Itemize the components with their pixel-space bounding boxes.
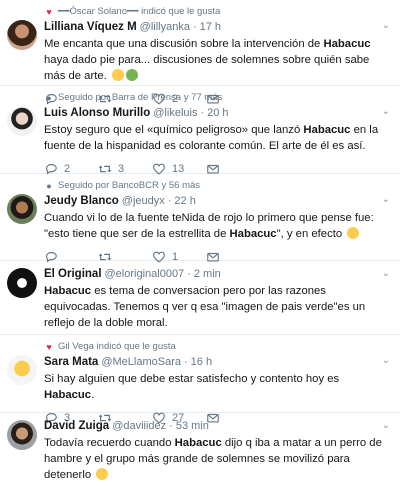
tweet-text: Si hay alguien que debe estar satisfecho… bbox=[44, 371, 390, 403]
user-handle[interactable]: @MeLlamoSara bbox=[101, 355, 181, 370]
tweet-text: Cuando vi lo de la fuente teNida de rojo… bbox=[44, 210, 390, 242]
hashtag-highlight[interactable]: Habacuc bbox=[323, 38, 370, 50]
tweet-text: Estoy seguro que el «químico peligroso» … bbox=[44, 122, 390, 154]
tweet-text-part: Si hay alguien que debe estar satisfecho… bbox=[44, 373, 340, 385]
timestamp[interactable]: 2 min bbox=[194, 267, 221, 282]
separator-dot: · bbox=[192, 21, 197, 33]
user-name[interactable]: Luis Alonso Murillo bbox=[44, 106, 150, 121]
context-text[interactable]: ━━Óscar Solano━━ indicó que le gusta bbox=[58, 6, 220, 18]
chevron-down-icon[interactable]: ⌄ bbox=[382, 20, 390, 31]
heart-icon: ♥ bbox=[46, 7, 52, 17]
tweet-text-part: haya dado pie para... discusiones de sol… bbox=[44, 54, 370, 82]
chevron-down-icon[interactable]: ⌄ bbox=[382, 420, 390, 431]
hashtag-highlight[interactable]: Habacuc bbox=[230, 228, 277, 240]
tweet-context: ● Seguido por BancoBCR y 56 más bbox=[44, 180, 390, 192]
user-handle[interactable]: @likeluis bbox=[153, 106, 197, 121]
user-handle[interactable]: @jeudyx bbox=[122, 194, 165, 209]
separator-dot: · bbox=[184, 356, 188, 368]
tweet-text: Me encanta que una discusión sobre la in… bbox=[44, 36, 390, 84]
context-text[interactable]: Seguido por BancoBCR y 56 más bbox=[58, 180, 200, 192]
laughing-tears-emoji bbox=[96, 468, 109, 480]
avatar[interactable] bbox=[7, 268, 37, 298]
user-handle[interactable]: @daviiidez bbox=[112, 419, 166, 434]
tweet[interactable]: ♥ ━━Óscar Solano━━ indicó que le gusta ⌄… bbox=[0, 0, 400, 105]
tweet-text-part: . bbox=[91, 389, 95, 401]
separator-dot: · bbox=[169, 420, 173, 432]
tweet-context: ● Seguido por Barra de Prensa y 77 más bbox=[44, 92, 390, 104]
context-text[interactable]: Gil Vega indicó que le gusta bbox=[58, 341, 176, 353]
hashtag-highlight[interactable]: Habacuc bbox=[44, 285, 91, 297]
user-name[interactable]: El Original bbox=[44, 267, 102, 282]
timestamp[interactable]: 17 h bbox=[200, 20, 221, 35]
tweet-text: Habacuc es tema de conversacion pero por… bbox=[44, 283, 390, 331]
heart-icon: ♥ bbox=[46, 342, 52, 352]
tweet-text: Todavía recuerdo cuando Habacuc dijo q i… bbox=[44, 435, 390, 483]
tweet-text-part: Todavía recuerdo cuando bbox=[44, 437, 175, 449]
nauseated-emoji bbox=[125, 69, 138, 81]
avatar[interactable] bbox=[7, 355, 37, 385]
chevron-down-icon[interactable]: ⌄ bbox=[382, 268, 390, 279]
hashtag-highlight[interactable]: Habacuc bbox=[303, 124, 350, 136]
user-name[interactable]: Lilliana Víquez M bbox=[44, 20, 137, 35]
person-icon: ● bbox=[46, 93, 52, 103]
user-name[interactable]: David Zuiga bbox=[44, 419, 109, 434]
user-name[interactable]: Sara Mata bbox=[44, 355, 98, 370]
separator-dot: · bbox=[187, 268, 191, 280]
tweet-text-part: Me encanta que una discusión sobre la in… bbox=[44, 38, 324, 50]
tweet-context: ♥ ━━Óscar Solano━━ indicó que le gusta bbox=[44, 6, 390, 18]
hashtag-highlight[interactable]: Habacuc bbox=[44, 389, 91, 401]
hashtag-highlight[interactable]: Habacuc bbox=[175, 437, 222, 449]
avatar[interactable] bbox=[7, 106, 37, 136]
chevron-down-icon[interactable]: ⌄ bbox=[382, 106, 390, 117]
relieved-emoji bbox=[347, 227, 360, 239]
timestamp[interactable]: 20 h bbox=[207, 106, 228, 121]
avatar[interactable] bbox=[7, 194, 37, 224]
timeline-feed: ♥ ━━Óscar Solano━━ indicó que le gusta ⌄… bbox=[0, 0, 400, 490]
tweet[interactable]: ● Seguido por Barra de Prensa y 77 más ⌄… bbox=[0, 86, 400, 175]
tweet-text-part: es tema de conversacion pero por las raz… bbox=[44, 285, 366, 329]
tweet-context: ♥ Gil Vega indicó que le gusta bbox=[44, 341, 390, 353]
tweet[interactable]: ● Seguido por BancoBCR y 56 más ⌄ Jeudy … bbox=[0, 174, 400, 263]
context-text[interactable]: Seguido por Barra de Prensa y 77 más bbox=[58, 92, 222, 104]
timestamp[interactable]: 16 h bbox=[191, 355, 212, 370]
avatar[interactable] bbox=[7, 20, 37, 50]
tweet[interactable]: ♥ Gil Vega indicó que le gusta ⌄ Sara Ma… bbox=[0, 335, 400, 424]
user-name[interactable]: Jeudy Blanco bbox=[44, 194, 119, 209]
chevron-down-icon[interactable]: ⌄ bbox=[382, 355, 390, 366]
person-icon: ● bbox=[46, 181, 52, 191]
chevron-down-icon[interactable]: ⌄ bbox=[382, 194, 390, 205]
tweet[interactable]: ⌄ David Zuiga @daviiidez · 53 min Todaví… bbox=[0, 413, 400, 490]
user-handle[interactable]: @lillyanka bbox=[140, 20, 190, 35]
timestamp[interactable]: 22 h bbox=[174, 194, 195, 209]
tweet-text-part: Estoy seguro que el «químico peligroso» … bbox=[44, 124, 304, 136]
user-handle[interactable]: @eloriginal0007 bbox=[105, 267, 185, 282]
grimace-emoji bbox=[111, 69, 124, 81]
timestamp[interactable]: 53 min bbox=[176, 419, 209, 434]
tweet[interactable]: ⌄ El Original @eloriginal0007 · 2 min Ha… bbox=[0, 261, 400, 335]
separator-dot: · bbox=[167, 195, 172, 207]
avatar[interactable] bbox=[7, 420, 37, 450]
tweet-text-part: ", y en efecto bbox=[276, 228, 343, 240]
separator-dot: · bbox=[200, 107, 205, 119]
